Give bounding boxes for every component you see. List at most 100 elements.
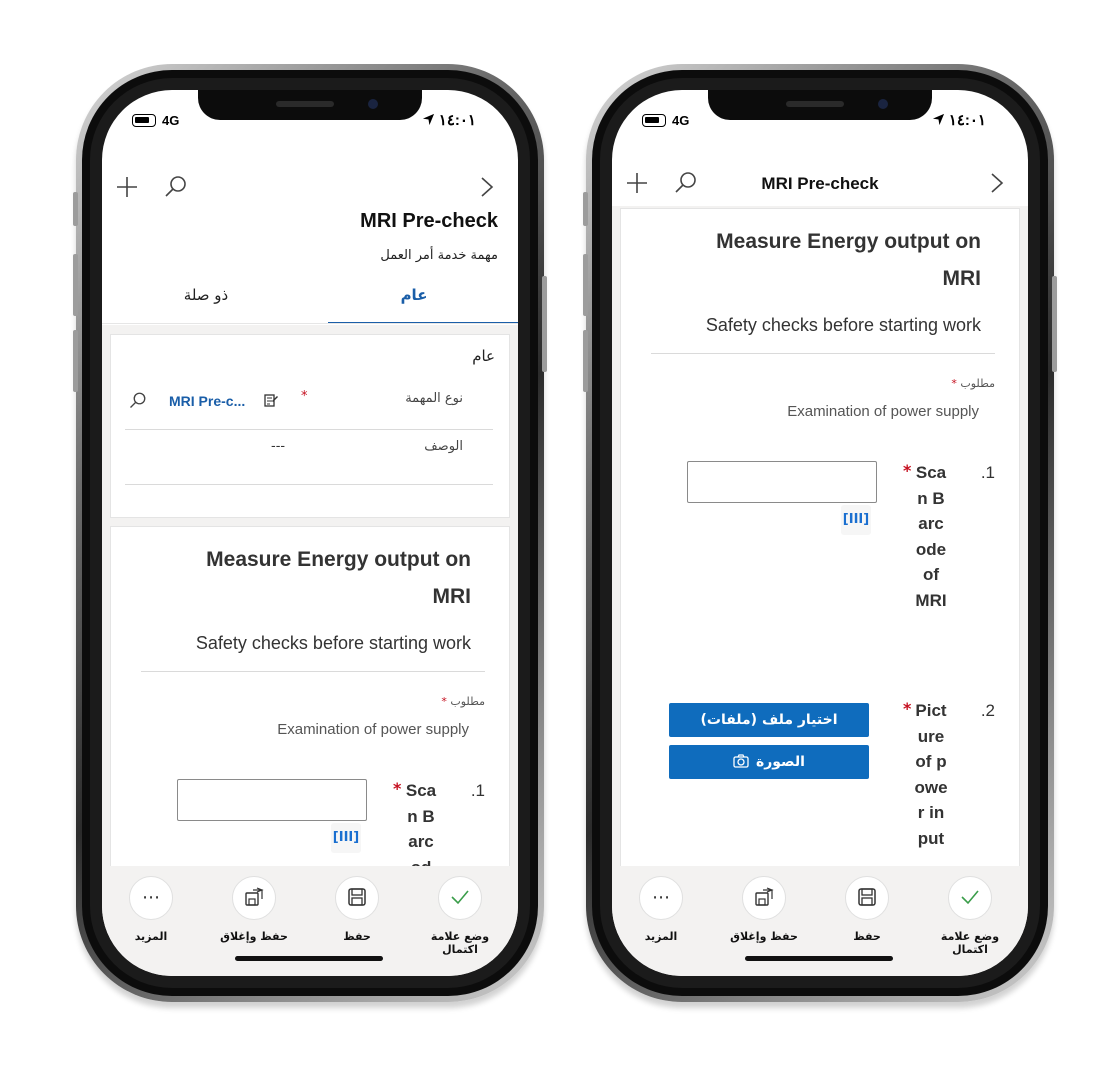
more-icon: ⋯	[639, 876, 683, 920]
tab-bar: عام ذو صلة	[102, 286, 518, 324]
row-divider	[125, 429, 493, 430]
side-button	[542, 276, 547, 372]
card-title-line1: Measure Energy output on	[206, 548, 471, 571]
save-close-icon	[742, 876, 786, 920]
card-divider	[651, 353, 995, 354]
side-button	[73, 254, 78, 316]
section-title: عام	[472, 347, 495, 365]
save-close-label: حفظ وإغلاق	[220, 930, 288, 943]
save-label: حفظ	[853, 930, 881, 943]
task-type-label: نوع المهمة	[405, 391, 463, 406]
save-button[interactable]: حفظ	[312, 876, 402, 943]
barcode-input[interactable]	[687, 461, 877, 503]
camera-icon	[733, 754, 749, 768]
camera	[368, 99, 378, 109]
save-icon	[845, 876, 889, 920]
mark-complete-label: وضع علامة اكتمال	[430, 930, 490, 956]
more-button[interactable]: ⋯ المزيد	[616, 876, 706, 943]
more-label: المزيد	[134, 930, 168, 943]
task-type-lookup[interactable]: MRI Pre-c...	[129, 391, 289, 413]
card-divider	[141, 671, 485, 672]
required-star: *	[301, 389, 308, 404]
page-subtitle: مهمة خدمة أمر العمل	[380, 248, 498, 263]
photo-label: الصورة	[755, 754, 805, 770]
mark-complete-button[interactable]: وضع علامة اكتمال	[925, 876, 1015, 956]
search-icon[interactable]	[164, 174, 188, 198]
question-2-number: .2	[980, 701, 995, 720]
card-title-line1: Measure Energy output on	[716, 230, 981, 253]
chevron-right-icon[interactable]	[480, 176, 494, 198]
status-time: ١٤:٠١	[422, 111, 476, 133]
location-arrow-icon	[422, 113, 434, 126]
photo-button[interactable]: الصورة	[669, 745, 869, 779]
screen-left: 4G ١٤:٠١ MRI Pre-check مهمة خدمة أمر الع…	[102, 90, 518, 976]
task-type-icon	[264, 394, 278, 407]
save-label: حفظ	[343, 930, 371, 943]
required-star: *	[393, 779, 402, 798]
question-1-number: .1	[980, 463, 995, 482]
network-indicator: 4G	[162, 113, 180, 128]
page-title: MRI Pre-check	[761, 174, 879, 193]
general-section: عام نوع المهمة * MRI Pre-c... الوصف ---	[110, 334, 510, 518]
description-label: الوصف	[424, 439, 463, 454]
home-indicator	[235, 956, 383, 961]
tab-related[interactable]: ذو صلة	[102, 286, 310, 304]
location-arrow-icon	[932, 113, 944, 126]
card-title-line2: MRI	[432, 585, 472, 608]
side-button	[73, 330, 78, 392]
barcode-input[interactable]	[177, 779, 367, 821]
status-time: ١٤:٠١	[932, 111, 986, 133]
required-star: *	[951, 377, 957, 390]
side-button	[73, 192, 78, 226]
home-indicator	[745, 956, 893, 961]
network-indicator: 4G	[672, 113, 690, 128]
choose-file-button[interactable]: اختيار ملف (ملفات)	[669, 703, 869, 737]
save-close-icon	[232, 876, 276, 920]
phone-right: 4G ١٤:٠١ MRI Pre-check Measure Energy ou…	[583, 64, 1057, 1002]
inspection-card: Measure Energy output on MRI Safety chec…	[620, 208, 1020, 866]
more-label: المزيد	[644, 930, 678, 943]
more-icon: ⋯	[129, 876, 173, 920]
card-title-line2: MRI	[942, 267, 982, 290]
checkmark-icon	[948, 876, 992, 920]
required-label: * مطلوب	[441, 695, 485, 708]
card-subtitle: Safety checks before starting work	[195, 633, 471, 653]
camera	[878, 99, 888, 109]
status-time-text: ١٤:٠١	[438, 112, 476, 129]
save-close-button[interactable]: حفظ وإغلاق	[719, 876, 809, 943]
side-button	[1052, 276, 1057, 372]
speaker	[786, 101, 844, 107]
required-star: *	[441, 695, 447, 708]
barcode-scan-icon[interactable]: [III]	[841, 505, 871, 535]
notch	[198, 90, 422, 120]
save-close-label: حفظ وإغلاق	[730, 930, 798, 943]
battery-icon	[642, 114, 666, 127]
checkmark-icon	[438, 876, 482, 920]
add-icon[interactable]	[116, 176, 138, 198]
screen-right: 4G ١٤:٠١ MRI Pre-check Measure Energy ou…	[612, 90, 1028, 976]
notch	[708, 90, 932, 120]
required-star: *	[903, 461, 912, 480]
description-value[interactable]: ---	[271, 439, 285, 454]
required-text: مطلوب	[450, 695, 485, 708]
status-time-text: ١٤:٠١	[948, 112, 986, 129]
mark-complete-button[interactable]: وضع علامة اكتمال	[415, 876, 505, 956]
question-1-label: Scan Barcod	[405, 781, 437, 877]
save-close-button[interactable]: حفظ وإغلاق	[209, 876, 299, 943]
speaker	[276, 101, 334, 107]
search-icon[interactable]	[129, 391, 147, 409]
examination-text: Examination of power supply	[787, 403, 979, 420]
side-button	[583, 192, 588, 226]
tab-general[interactable]: عام	[310, 286, 518, 304]
save-button[interactable]: حفظ	[822, 876, 912, 943]
task-type-value[interactable]: MRI Pre-c...	[169, 393, 245, 409]
examination-text: Examination of power supply	[277, 721, 469, 738]
card-subtitle: Safety checks before starting work	[705, 315, 981, 335]
mark-complete-label: وضع علامة اكتمال	[940, 930, 1000, 956]
required-text: مطلوب	[960, 377, 995, 390]
barcode-scan-icon[interactable]: [III]	[331, 823, 361, 853]
row-divider	[125, 484, 493, 485]
more-button[interactable]: ⋯ المزيد	[106, 876, 196, 943]
chevron-right-icon[interactable]	[990, 172, 1004, 194]
side-button	[583, 254, 588, 316]
